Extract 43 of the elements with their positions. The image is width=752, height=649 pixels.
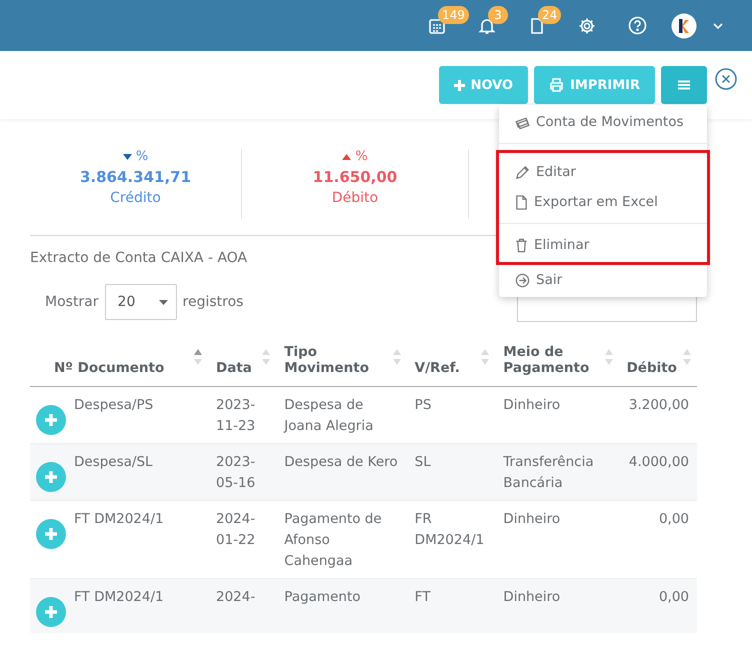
table-cell: FT — [406, 578, 496, 633]
menu-item[interactable]: Eliminar — [499, 230, 707, 260]
column-header[interactable]: Nº Documento — [30, 344, 208, 386]
table-cell: PS — [406, 386, 496, 444]
column-header[interactable]: Débito — [618, 344, 697, 386]
table-cell-text: Despesa/SL — [74, 453, 153, 472]
percent-change: % — [122, 149, 148, 164]
menu-item[interactable]: Editar — [499, 157, 707, 187]
percent-change: % — [342, 149, 368, 164]
table-cell: SL — [406, 444, 496, 500]
table-cell: Pagamento — [276, 578, 407, 633]
column-header[interactable]: Data — [208, 344, 276, 386]
table-cell: 2024- — [208, 578, 276, 633]
stat-label: Crédito — [110, 190, 161, 206]
table-cell: Transferência Bancária — [495, 444, 619, 500]
page-size-select[interactable]: 20 — [104, 284, 177, 320]
column-header[interactable]: V/Ref. — [406, 344, 496, 386]
menu-item[interactable]: Exportar em Excel — [499, 187, 707, 217]
count-badge: 3 — [488, 6, 508, 24]
column-header[interactable]: Tipo Movimento — [276, 344, 407, 386]
table-cell: 0,00 — [618, 578, 697, 633]
table-cell: 3.200,00 — [618, 386, 697, 444]
table-cell-text: Despesa/PS — [74, 396, 154, 415]
table-cell: 2023-05-16 — [208, 444, 276, 500]
stat-label: Débito — [332, 190, 378, 206]
stat-value: 3.864.341,71 — [80, 168, 192, 186]
table-cell: Despesa de Joana Alegria — [276, 386, 407, 444]
stat-value: 11.650,00 — [312, 168, 398, 186]
table-cell: Despesa de Kero — [276, 444, 407, 500]
records-label: registros — [182, 294, 244, 310]
count-badge: 149 — [438, 6, 469, 24]
table-cell-text: FT DM2024/1 — [74, 588, 164, 607]
table-cell: 4.000,00 — [618, 444, 697, 500]
table-cell-text: FT DM2024/1 — [74, 510, 164, 529]
menu-item[interactable]: Conta de Movimentos — [499, 107, 707, 137]
count-badge: 24 — [538, 6, 562, 24]
statement-title: Extracto de Conta CAIXA - AOA — [30, 250, 248, 266]
table-cell: Dinheiro — [495, 578, 619, 633]
table-cell: 2023-11-23 — [208, 386, 276, 444]
show-label: Mostrar — [45, 294, 99, 310]
menu-item[interactable]: Sair — [499, 265, 707, 295]
table-cell: Dinheiro — [495, 386, 619, 444]
column-header[interactable]: Meio de Pagamento — [495, 344, 619, 386]
